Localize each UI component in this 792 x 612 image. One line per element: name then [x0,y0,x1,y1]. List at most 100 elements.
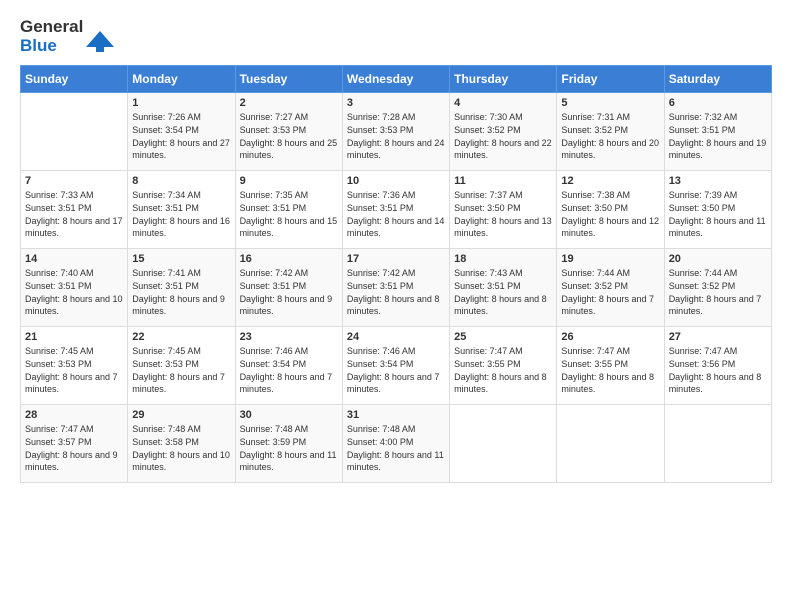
day-info: Sunrise: 7:38 AM Sunset: 3:50 PM Dayligh… [561,189,659,239]
main-container: General Blue SundayMondayTuesdayWednesda… [0,0,792,493]
calendar-week-5: 28 Sunrise: 7:47 AM Sunset: 3:57 PM Dayl… [21,405,772,483]
day-number: 7 [25,175,123,187]
logo-blue: Blue [20,37,83,56]
day-number: 17 [347,253,445,265]
calendar-week-2: 7 Sunrise: 7:33 AM Sunset: 3:51 PM Dayli… [21,171,772,249]
calendar-cell: 22 Sunrise: 7:45 AM Sunset: 3:53 PM Dayl… [128,327,235,405]
day-info: Sunrise: 7:47 AM Sunset: 3:57 PM Dayligh… [25,423,123,473]
calendar-cell: 12 Sunrise: 7:38 AM Sunset: 3:50 PM Dayl… [557,171,664,249]
day-number: 24 [347,331,445,343]
calendar-cell: 2 Sunrise: 7:27 AM Sunset: 3:53 PM Dayli… [235,93,342,171]
header-cell-wednesday: Wednesday [342,66,449,93]
calendar-week-4: 21 Sunrise: 7:45 AM Sunset: 3:53 PM Dayl… [21,327,772,405]
day-number: 11 [454,175,552,187]
day-number: 21 [25,331,123,343]
day-info: Sunrise: 7:39 AM Sunset: 3:50 PM Dayligh… [669,189,767,239]
logo-general: General [20,18,83,37]
day-info: Sunrise: 7:34 AM Sunset: 3:51 PM Dayligh… [132,189,230,239]
day-number: 30 [240,409,338,421]
day-number: 14 [25,253,123,265]
day-number: 4 [454,97,552,109]
day-info: Sunrise: 7:32 AM Sunset: 3:51 PM Dayligh… [669,111,767,161]
day-info: Sunrise: 7:43 AM Sunset: 3:51 PM Dayligh… [454,267,552,317]
day-number: 8 [132,175,230,187]
day-number: 27 [669,331,767,343]
calendar-cell: 10 Sunrise: 7:36 AM Sunset: 3:51 PM Dayl… [342,171,449,249]
logo: General Blue [20,18,114,55]
calendar-cell: 28 Sunrise: 7:47 AM Sunset: 3:57 PM Dayl… [21,405,128,483]
day-number: 28 [25,409,123,421]
calendar-cell: 6 Sunrise: 7:32 AM Sunset: 3:51 PM Dayli… [664,93,771,171]
day-number: 1 [132,97,230,109]
day-number: 23 [240,331,338,343]
day-number: 9 [240,175,338,187]
calendar-cell: 24 Sunrise: 7:46 AM Sunset: 3:54 PM Dayl… [342,327,449,405]
day-info: Sunrise: 7:46 AM Sunset: 3:54 PM Dayligh… [240,345,338,395]
calendar-cell: 16 Sunrise: 7:42 AM Sunset: 3:51 PM Dayl… [235,249,342,327]
calendar-week-1: 1 Sunrise: 7:26 AM Sunset: 3:54 PM Dayli… [21,93,772,171]
calendar-cell: 26 Sunrise: 7:47 AM Sunset: 3:55 PM Dayl… [557,327,664,405]
calendar-cell: 30 Sunrise: 7:48 AM Sunset: 3:59 PM Dayl… [235,405,342,483]
calendar-week-3: 14 Sunrise: 7:40 AM Sunset: 3:51 PM Dayl… [21,249,772,327]
day-info: Sunrise: 7:48 AM Sunset: 3:58 PM Dayligh… [132,423,230,473]
calendar-cell: 17 Sunrise: 7:42 AM Sunset: 3:51 PM Dayl… [342,249,449,327]
day-number: 31 [347,409,445,421]
day-info: Sunrise: 7:48 AM Sunset: 4:00 PM Dayligh… [347,423,445,473]
day-info: Sunrise: 7:35 AM Sunset: 3:51 PM Dayligh… [240,189,338,239]
header-cell-sunday: Sunday [21,66,128,93]
calendar-table: SundayMondayTuesdayWednesdayThursdayFrid… [20,65,772,483]
day-info: Sunrise: 7:45 AM Sunset: 3:53 PM Dayligh… [25,345,123,395]
calendar-cell: 11 Sunrise: 7:37 AM Sunset: 3:50 PM Dayl… [450,171,557,249]
calendar-cell: 20 Sunrise: 7:44 AM Sunset: 3:52 PM Dayl… [664,249,771,327]
calendar-cell: 18 Sunrise: 7:43 AM Sunset: 3:51 PM Dayl… [450,249,557,327]
day-number: 5 [561,97,659,109]
day-number: 6 [669,97,767,109]
day-info: Sunrise: 7:26 AM Sunset: 3:54 PM Dayligh… [132,111,230,161]
header-cell-thursday: Thursday [450,66,557,93]
day-info: Sunrise: 7:28 AM Sunset: 3:53 PM Dayligh… [347,111,445,161]
calendar-cell: 3 Sunrise: 7:28 AM Sunset: 3:53 PM Dayli… [342,93,449,171]
day-info: Sunrise: 7:36 AM Sunset: 3:51 PM Dayligh… [347,189,445,239]
calendar-cell [21,93,128,171]
day-number: 20 [669,253,767,265]
header-cell-monday: Monday [128,66,235,93]
calendar-cell: 15 Sunrise: 7:41 AM Sunset: 3:51 PM Dayl… [128,249,235,327]
day-info: Sunrise: 7:41 AM Sunset: 3:51 PM Dayligh… [132,267,230,317]
day-number: 2 [240,97,338,109]
calendar-cell: 7 Sunrise: 7:33 AM Sunset: 3:51 PM Dayli… [21,171,128,249]
calendar-cell: 9 Sunrise: 7:35 AM Sunset: 3:51 PM Dayli… [235,171,342,249]
day-info: Sunrise: 7:37 AM Sunset: 3:50 PM Dayligh… [454,189,552,239]
calendar-cell [450,405,557,483]
calendar-cell: 25 Sunrise: 7:47 AM Sunset: 3:55 PM Dayl… [450,327,557,405]
day-info: Sunrise: 7:44 AM Sunset: 3:52 PM Dayligh… [561,267,659,317]
calendar-cell [664,405,771,483]
calendar-cell: 13 Sunrise: 7:39 AM Sunset: 3:50 PM Dayl… [664,171,771,249]
calendar-cell: 14 Sunrise: 7:40 AM Sunset: 3:51 PM Dayl… [21,249,128,327]
day-info: Sunrise: 7:44 AM Sunset: 3:52 PM Dayligh… [669,267,767,317]
day-info: Sunrise: 7:47 AM Sunset: 3:55 PM Dayligh… [454,345,552,395]
day-number: 26 [561,331,659,343]
day-info: Sunrise: 7:47 AM Sunset: 3:55 PM Dayligh… [561,345,659,395]
day-number: 18 [454,253,552,265]
day-number: 12 [561,175,659,187]
day-info: Sunrise: 7:33 AM Sunset: 3:51 PM Dayligh… [25,189,123,239]
day-info: Sunrise: 7:31 AM Sunset: 3:52 PM Dayligh… [561,111,659,161]
calendar-body: 1 Sunrise: 7:26 AM Sunset: 3:54 PM Dayli… [21,93,772,483]
day-number: 10 [347,175,445,187]
day-number: 29 [132,409,230,421]
calendar-cell [557,405,664,483]
day-number: 13 [669,175,767,187]
day-number: 22 [132,331,230,343]
calendar-cell: 31 Sunrise: 7:48 AM Sunset: 4:00 PM Dayl… [342,405,449,483]
calendar-cell: 19 Sunrise: 7:44 AM Sunset: 3:52 PM Dayl… [557,249,664,327]
header-cell-tuesday: Tuesday [235,66,342,93]
day-info: Sunrise: 7:42 AM Sunset: 3:51 PM Dayligh… [240,267,338,317]
calendar-cell: 8 Sunrise: 7:34 AM Sunset: 3:51 PM Dayli… [128,171,235,249]
calendar-header-row: SundayMondayTuesdayWednesdayThursdayFrid… [21,66,772,93]
day-info: Sunrise: 7:48 AM Sunset: 3:59 PM Dayligh… [240,423,338,473]
day-number: 25 [454,331,552,343]
calendar-cell: 4 Sunrise: 7:30 AM Sunset: 3:52 PM Dayli… [450,93,557,171]
header-cell-friday: Friday [557,66,664,93]
day-info: Sunrise: 7:45 AM Sunset: 3:53 PM Dayligh… [132,345,230,395]
calendar-cell: 1 Sunrise: 7:26 AM Sunset: 3:54 PM Dayli… [128,93,235,171]
